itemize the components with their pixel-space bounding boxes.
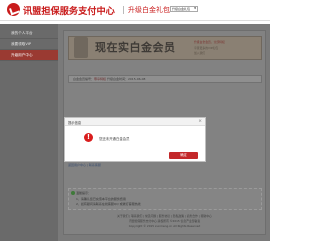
header-rule — [0, 20, 270, 21]
sidebar-item-claim-vip[interactable]: 我要领取VIP — [0, 39, 58, 50]
dialog-title: 提示信息 — [68, 120, 82, 125]
sidebar-item-upgrade-center[interactable]: 升级用户中心 — [0, 50, 58, 61]
info-highlight: 尊享特权 — [94, 77, 107, 81]
tips-line-1: 1、请确认您已充值本平台的服务费用 — [76, 197, 126, 201]
tips-line-2: 2、如有疑问请联系在线客服QQ 或拨打客服热线 — [76, 202, 141, 206]
banner-note-2: 享受更多的VIP礼包 — [194, 46, 219, 50]
dialog-message: 您还未开通白金会员 — [99, 136, 130, 141]
footer-rights: Copyright © 2015 xunmeng.cn All Rights R… — [128, 224, 201, 228]
page-subtitle: 升级白金礼包 — [128, 6, 170, 14]
info-suffix: 升级白金时间：2015-06-08 — [106, 77, 146, 81]
error-icon: ! — [84, 133, 93, 142]
banner-title: 现在实白金会员 — [95, 41, 176, 54]
header-select[interactable]: 升级白金礼包 — [170, 6, 198, 12]
tips-title: 温馨提示： — [76, 191, 92, 195]
info-prefix: 白金会员编号： — [73, 77, 95, 81]
footer-links[interactable]: 关于我们 | 联系我们 | 常见问题 | 服务协议 | 隐私政策 | 商务合作 … — [63, 214, 266, 218]
site-header: 讯盟担保服务支付中心 升级白金礼包 升级白金礼包 — [0, 0, 270, 24]
footer-copyright: 讯盟担保服务支付中心 版权所有 ©2015 信息产业部备案 — [128, 219, 201, 223]
alert-dialog: 提示信息 × ! 您还未开通白金会员 确定 — [64, 117, 206, 162]
brand-name[interactable]: 讯盟担保服务支付中心 — [23, 3, 115, 17]
back-link[interactable]: 返回用户中心 | 联系客服 — [68, 163, 101, 167]
platinum-badge-icon — [74, 37, 88, 58]
banner-note-1: 升级白金会员，全部特权 — [194, 40, 225, 44]
header-divider — [123, 6, 124, 14]
page-footer: 关于我们 | 联系我们 | 常见问题 | 服务协议 | 隐私政策 | 商务合作 … — [63, 213, 266, 233]
banner-note-3: 加入我们 — [194, 51, 206, 55]
sidebar: 我的个人平台 我要领取VIP 升级用户中心 — [0, 24, 58, 241]
brand-logo-icon[interactable] — [7, 3, 20, 16]
member-info-bar: 白金会员编号：尊享特权 升级白金时间：2015-06-08 — [68, 75, 262, 83]
sidebar-item-personal-platform[interactable]: 我的个人平台 — [0, 28, 58, 39]
close-icon[interactable]: × — [198, 119, 202, 124]
dialog-titlebar: 提示信息 × — [65, 118, 205, 126]
confirm-button[interactable]: 确定 — [169, 152, 198, 159]
tip-icon — [71, 191, 75, 195]
